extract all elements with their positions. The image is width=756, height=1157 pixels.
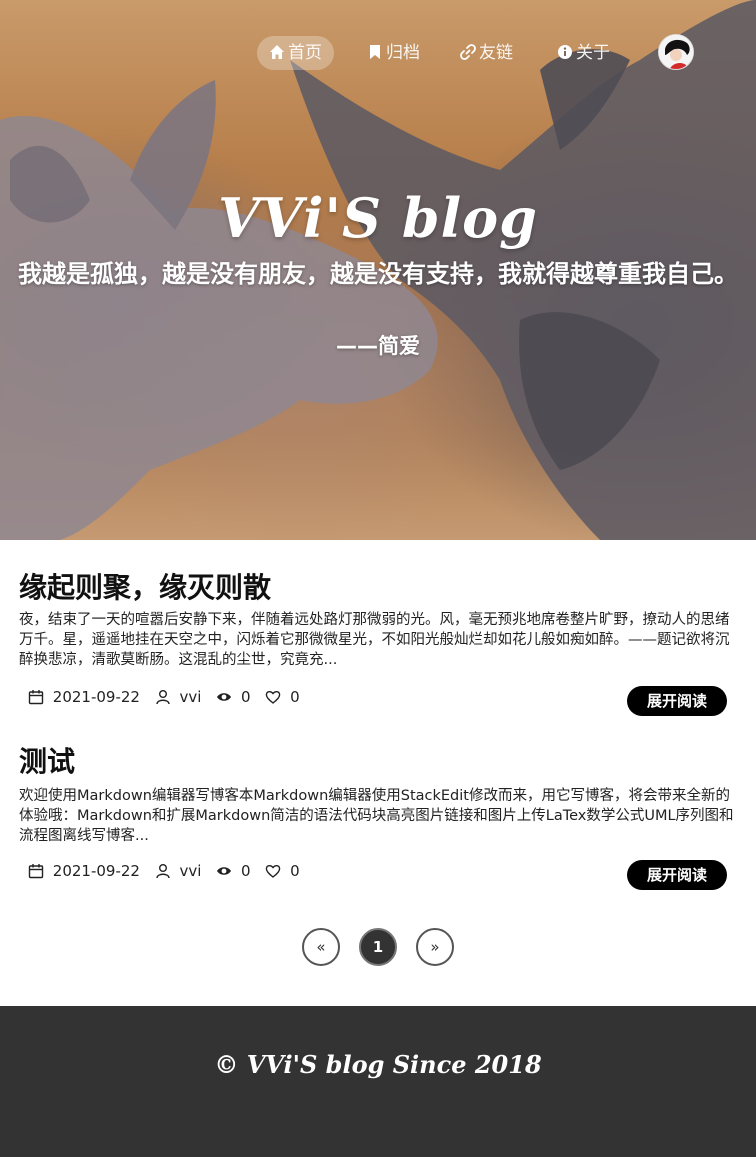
- pagination-prev-button[interactable]: «: [302, 928, 340, 966]
- hero-quote: 我越是孤独，越是没有朋友，越是没有支持，我就得越尊重我自己。: [18, 260, 738, 288]
- bookmark-icon: [370, 45, 380, 59]
- hero-banner: 首页 归档 友链 关于 VVi'S blog 我越是孤独，越是没有朋友，越是没有…: [0, 0, 756, 540]
- heart-icon[interactable]: [265, 863, 281, 879]
- home-icon: [270, 45, 284, 59]
- info-icon: [558, 45, 572, 59]
- post-meta: 2021-09-22 vvi 0 0: [28, 687, 300, 711]
- footer-copyright: © VVi'S blog Since 2018: [214, 1050, 542, 1079]
- eye-icon: [217, 866, 232, 875]
- nav-item-links[interactable]: 友链: [448, 36, 525, 70]
- quote-author: ——简爱: [336, 334, 420, 358]
- pagination-next-button[interactable]: »: [416, 928, 454, 966]
- eye-icon: [217, 692, 232, 701]
- post-excerpt: 欢迎使用Markdown编辑器写博客本Markdown编辑器使用StackEdi…: [19, 788, 734, 844]
- nav-item-archive[interactable]: 归档: [355, 36, 432, 70]
- read-more-button[interactable]: 展开阅读: [627, 860, 727, 890]
- post-date: 2021-09-22: [52, 861, 140, 880]
- post-likes: 0: [290, 687, 300, 706]
- post-title[interactable]: 缘起则聚，缘灭则散: [19, 566, 271, 606]
- user-icon: [156, 863, 170, 878]
- post-date: 2021-09-22: [52, 687, 140, 706]
- calendar-icon: [28, 863, 44, 878]
- site-footer: © VVi'S blog Since 2018: [0, 1006, 756, 1157]
- heart-icon[interactable]: [265, 689, 281, 705]
- post-author[interactable]: vvi: [180, 862, 202, 880]
- user-avatar[interactable]: [658, 34, 694, 70]
- nav-item-about[interactable]: 关于: [545, 36, 622, 70]
- post-meta: 2021-09-22 vvi 0 0: [28, 861, 300, 885]
- nav-item-label: 首页: [288, 43, 322, 63]
- nav-item-label: 关于: [576, 43, 610, 63]
- pagination-page-1[interactable]: 1: [359, 928, 397, 966]
- post-views: 0: [241, 861, 251, 880]
- read-more-button[interactable]: 展开阅读: [627, 686, 727, 716]
- user-icon: [156, 689, 170, 704]
- site-title: VVi'S blog: [218, 186, 538, 250]
- nav-item-label: 友链: [479, 43, 513, 63]
- nav-item-home[interactable]: 首页: [257, 36, 334, 70]
- main-nav: 首页 归档 友链 关于: [0, 36, 756, 70]
- calendar-icon: [28, 689, 44, 704]
- link-icon: [460, 44, 476, 60]
- post-views: 0: [241, 687, 251, 706]
- nav-item-label: 归档: [386, 43, 420, 63]
- post-excerpt: 夜，结束了一天的喧嚣后安静下来，伴随着远处路灯那微弱的光。风，毫无预兆地席卷整片…: [19, 612, 730, 668]
- post-title[interactable]: 测试: [19, 740, 75, 780]
- post-likes: 0: [290, 861, 300, 880]
- post-author[interactable]: vvi: [180, 688, 202, 706]
